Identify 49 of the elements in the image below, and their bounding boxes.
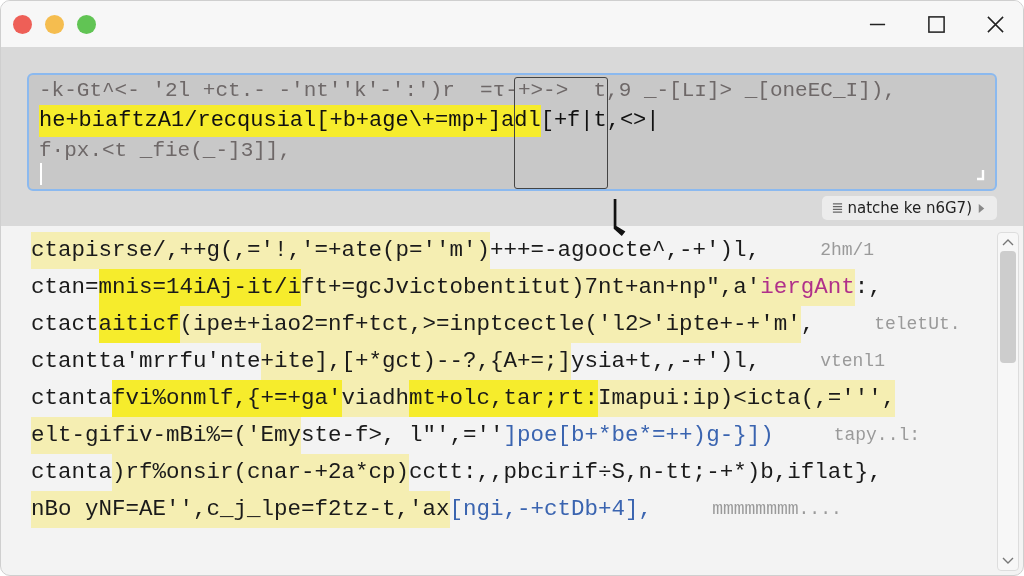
match-count-badge[interactable]: natche ke n6G7) bbox=[822, 196, 997, 220]
code-text: ste-f>, l"',='' bbox=[301, 421, 504, 450]
code-text: , bbox=[800, 310, 815, 339]
code-text: [ngi,-+ctDb+4], bbox=[449, 495, 653, 524]
code-text: ctanta bbox=[31, 384, 112, 413]
code-text: fvi%onmlf,{+=+ga' bbox=[112, 380, 342, 417]
window-light-button[interactable] bbox=[45, 14, 64, 34]
code-text: :, bbox=[854, 273, 882, 302]
code-text: nBo yNF=AE'',c_j_lpe=f2tz-t,'ax bbox=[31, 491, 450, 528]
code-text: +++=-agoocte^,-+')l, bbox=[490, 236, 761, 265]
code-text: +ite],[+*gct)--?,{A+=;] bbox=[260, 343, 572, 380]
code-text: 7nt+an+np",a' bbox=[584, 269, 761, 306]
faded-code-text: teletUt. bbox=[874, 313, 961, 336]
code-text: ctantta'mrrfu'nte bbox=[31, 347, 261, 376]
code-text: ctanta bbox=[31, 458, 112, 487]
code-text: viadh bbox=[341, 380, 410, 417]
code-text: iergAnt bbox=[760, 269, 855, 306]
code-text: ctapisrse/,++g(,='!,'=+ate(p=''m') bbox=[31, 232, 491, 269]
code-text: ctact bbox=[31, 310, 99, 339]
code-text: cctt:,,pbcirif÷S,n-tt;-+*)b,iflat}, bbox=[409, 458, 882, 487]
close-icon[interactable] bbox=[986, 14, 1005, 34]
code-text: elt-gifiv-mBi%=('Emy bbox=[31, 417, 302, 454]
window-light-button[interactable] bbox=[77, 14, 96, 34]
scroll-thumb[interactable] bbox=[1000, 251, 1016, 363]
scroll-down-icon[interactable] bbox=[1002, 557, 1014, 565]
code-text: ]poe[b+*be*=++)g-}]) bbox=[503, 421, 774, 450]
search-query-text: he+biaftzA1/recqusial[+b+age\+=mp+ bbox=[39, 105, 488, 137]
text-caret bbox=[40, 163, 42, 185]
faded-code-line: f·px.<t _fie(_-]3]], bbox=[39, 138, 293, 164]
code-text: ft+=gcJvictobentitut) bbox=[301, 269, 585, 306]
code-text: mnis=14iAj-it/i bbox=[98, 269, 302, 306]
maximize-icon[interactable] bbox=[927, 14, 946, 34]
code-text: )rf%onsir(cnar-+2a*cp) bbox=[112, 454, 410, 491]
code-text: ysia+t,,-+')l, bbox=[571, 347, 761, 376]
window-light-button[interactable] bbox=[13, 14, 32, 34]
scrollbar[interactable] bbox=[997, 232, 1019, 571]
faded-code-text: tapy..l: bbox=[833, 424, 921, 447]
scroll-up-icon[interactable] bbox=[1002, 238, 1014, 246]
list-icon bbox=[832, 201, 844, 215]
faded-code-text: vtenl1 bbox=[820, 350, 885, 373]
code-text: aiticf bbox=[98, 306, 180, 343]
match-count-text: natche ke n6G7) bbox=[847, 199, 972, 217]
code-text: (ipe±+iao2=nf+tct,>=inptcectle('l2>'ipte+-+'m' bbox=[179, 306, 801, 343]
faded-code-text: mmmmmmmm.... bbox=[712, 498, 842, 521]
code-text: Imapui:ip)<icta(,=''', bbox=[598, 380, 896, 417]
faded-code-text: 2hm/1 bbox=[820, 239, 875, 262]
code-text: ctan= bbox=[31, 273, 99, 302]
code-text: mt+olc,tar;rt: bbox=[409, 380, 599, 417]
resize-grip-icon[interactable] bbox=[975, 169, 987, 181]
